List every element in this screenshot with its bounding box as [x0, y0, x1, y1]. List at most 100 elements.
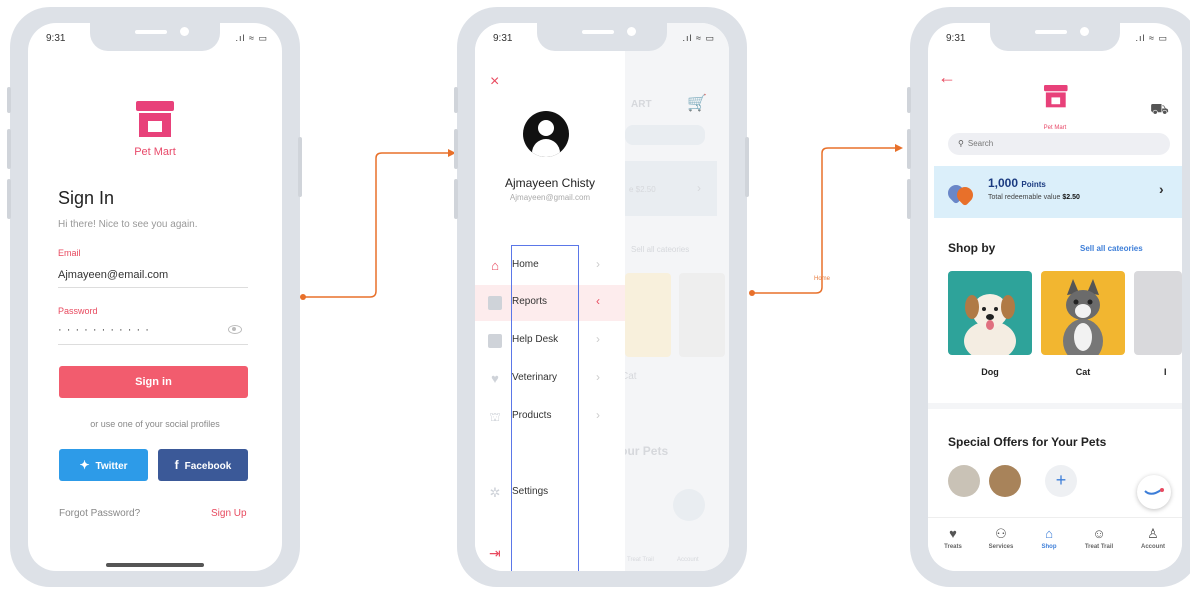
bg-header: ART [631, 99, 652, 110]
twitter-label: Twitter [95, 461, 128, 472]
flow-arrow-2 [752, 147, 895, 294]
treats-icon: ♥ [949, 526, 957, 541]
shop-icon: ⌂ [1045, 526, 1053, 541]
user-name: Ajmayeen Chisty [504, 176, 596, 190]
search-input[interactable]: ⚲ Search [948, 133, 1170, 155]
pet-avatar[interactable] [989, 465, 1021, 497]
treat-trail-icon: ☺ [1092, 526, 1106, 541]
category-card-more[interactable] [1134, 271, 1182, 355]
chevron-right-icon: › [596, 370, 600, 384]
tab-account[interactable]: ♙ Account [1128, 526, 1178, 550]
see-all-link[interactable]: Sell all cateories [1080, 244, 1143, 253]
tab-services[interactable]: ⚇ Services [976, 526, 1026, 550]
add-pet-button[interactable]: + [1045, 465, 1077, 497]
social-hint: or use one of your social profiles [90, 419, 220, 429]
helpdesk-icon [488, 334, 502, 348]
category-label-cat: Cat [1075, 367, 1091, 377]
bottom-tab-bar: ♥ Treats ⚇ Services ⌂ Shop ☺ Treat Trail… [928, 517, 1182, 571]
heart-icon: ♥ [491, 371, 499, 386]
tab-treats[interactable]: ♥ Treats [928, 526, 978, 550]
close-icon[interactable]: × [490, 73, 499, 91]
tab-label: Treat Trail [1084, 544, 1114, 550]
email-field[interactable]: Ajmayeen@email.com [58, 269, 168, 281]
signup-link[interactable]: Sign Up [211, 508, 247, 519]
category-label-more: I [1164, 367, 1167, 377]
cat-image [1063, 279, 1103, 355]
points-value: 1,000 Points [988, 176, 1046, 190]
page-title: Sign In [58, 188, 115, 208]
shop-screen: 9:31 .ıl ≈ ▭ ← Pet Mart ⛟ ⚲ Search 1,000 … [928, 23, 1182, 571]
logout-icon[interactable]: ⇥ [489, 545, 501, 562]
tab-treat-trail[interactable]: ☺ Treat Trail [1074, 526, 1124, 550]
swoosh-icon [1144, 488, 1164, 495]
search-icon: ⚲ [958, 139, 964, 148]
background-app: ART 🛒 e $2.50 › Sell all cateories Cat Y… [613, 23, 729, 571]
home-indicator [106, 563, 204, 567]
status-icons: .ıl ≈ ▭ [682, 33, 715, 43]
show-password-icon[interactable] [228, 325, 242, 334]
reports-icon [488, 296, 502, 310]
bg-account: Account [677, 557, 699, 563]
gear-icon: ✲ [489, 485, 501, 500]
tab-label: Account [1141, 544, 1165, 550]
flow-arrow-1 [303, 152, 448, 298]
chevron-right-icon: › [596, 408, 600, 422]
home-icon: ⌂ [491, 258, 499, 273]
basket-icon: ⛫ [489, 410, 501, 424]
section-title: Special Offers for Your Pets [948, 435, 1107, 449]
points-banner[interactable]: 1,000 Points Total redeemable value $2.5… [934, 166, 1182, 218]
user-email: Ajmayeen@gmail.com [509, 193, 591, 202]
bg-search [625, 125, 705, 145]
bg-card [679, 273, 725, 357]
flow-arrow-2-start [749, 290, 755, 296]
category-label-dog: Dog [981, 367, 999, 377]
category-card-cat[interactable] [1041, 271, 1125, 355]
avatar[interactable] [523, 111, 569, 157]
bg-fab [673, 489, 705, 521]
account-icon: ♙ [1147, 526, 1159, 541]
status-time: 9:31 [946, 33, 966, 44]
status-icons: .ıl ≈ ▭ [235, 33, 268, 43]
store-logo-icon [136, 101, 174, 137]
menu-highlight-frame [511, 245, 579, 571]
tab-label: Services [988, 544, 1014, 550]
bg-cart-icon: 🛒 [687, 95, 707, 112]
facebook-label: Facebook [184, 461, 232, 472]
bg-cat-card [625, 273, 671, 357]
cart-icon[interactable]: ⛟ [1150, 101, 1169, 120]
tab-label: Treats [944, 544, 962, 550]
twitter-button[interactable]: ✦ Twitter [59, 449, 148, 481]
twitter-icon: ✦ [79, 458, 90, 472]
notch [537, 23, 667, 51]
signin-button[interactable]: Sign in [59, 366, 248, 398]
phone-signin: 9:31 .ıl ≈ ▭ Pet Mart Sign In Hi there! … [7, 7, 302, 587]
page-subtitle: Hi there! Nice to see you again. [58, 219, 198, 230]
services-icon: ⚇ [995, 526, 1007, 541]
bg-chevron-icon: › [697, 181, 701, 195]
back-arrow-icon[interactable]: ← [938, 67, 956, 88]
email-underline [58, 287, 248, 288]
flow-label: Home [814, 276, 831, 282]
chevron-right-icon: › [596, 257, 600, 271]
password-label: Password [58, 306, 98, 316]
bg-treat-trail: Treat Trail [627, 557, 654, 563]
email-label: Email [58, 248, 81, 258]
section-title: Shop by [948, 241, 996, 255]
notch [990, 23, 1120, 51]
notch [90, 23, 220, 51]
brand-name: Pet Mart [134, 146, 176, 158]
signin-screen: 9:31 .ıl ≈ ▭ Pet Mart Sign In Hi there! … [28, 23, 282, 571]
forgot-password-link[interactable]: Forgot Password? [59, 508, 140, 519]
pet-avatar[interactable] [948, 465, 980, 497]
section-divider [928, 403, 1182, 409]
password-field[interactable]: · · · · · · · · · · · [58, 324, 150, 336]
bg-see-all: Sell all cateories [631, 245, 690, 254]
tab-shop[interactable]: ⌂ Shop [1024, 526, 1074, 550]
floating-action-button[interactable] [1137, 475, 1171, 509]
category-card-dog[interactable] [948, 271, 1032, 355]
facebook-button[interactable]: f Facebook [158, 449, 248, 481]
phone-drawer: ART 🛒 e $2.50 › Sell all cateories Cat Y… [454, 7, 749, 587]
facebook-icon: f [174, 458, 179, 472]
drawer-screen: ART 🛒 e $2.50 › Sell all cateories Cat Y… [475, 23, 729, 571]
chevron-left-icon: ‹ [596, 294, 600, 308]
